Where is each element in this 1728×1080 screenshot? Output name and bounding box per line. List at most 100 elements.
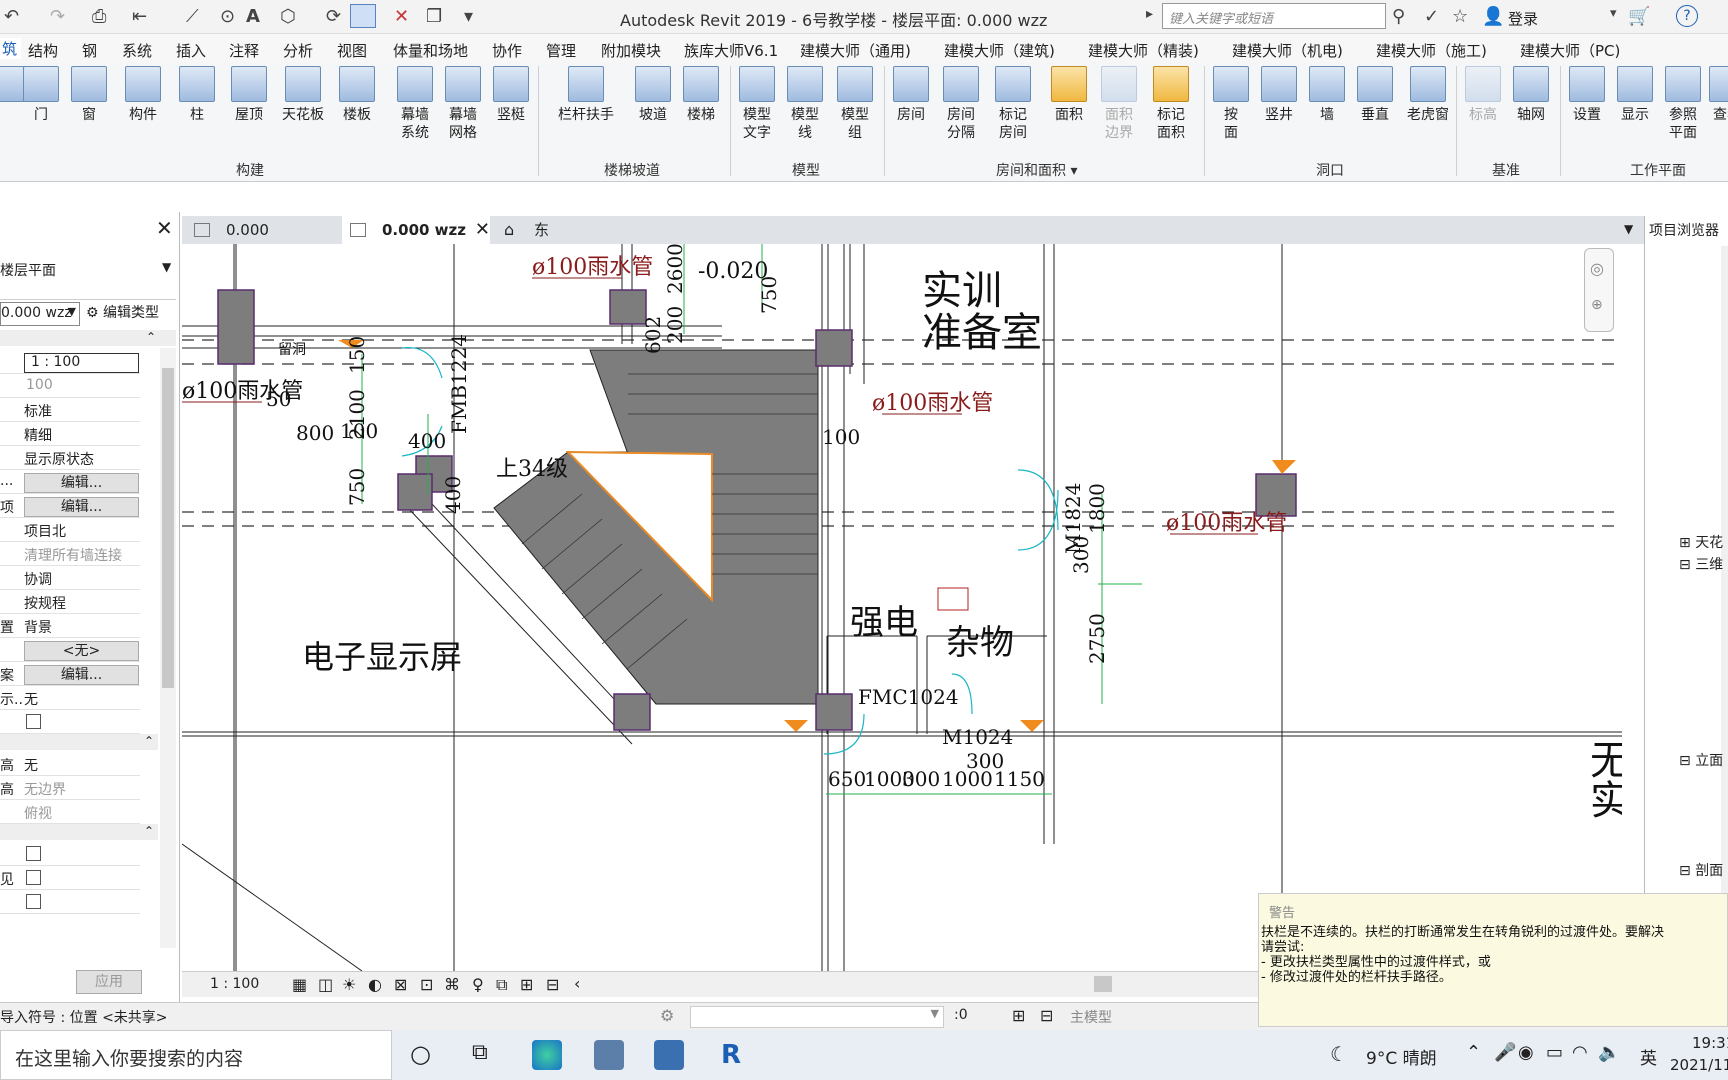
chevron-left-icon[interactable]: ‹ [574, 974, 580, 993]
chevron-up-icon[interactable]: ⌃ [1466, 1042, 1481, 1063]
checkbox[interactable] [26, 894, 41, 909]
prop-scale[interactable]: 1 : 100 [0, 350, 140, 374]
model-text-button[interactable]: 模型 文字 [730, 66, 784, 142]
task-view-icon[interactable]: ⧉ [472, 1040, 488, 1065]
dropdown-icon[interactable]: ▾ [1610, 6, 1617, 21]
tab-view-0000-wzz[interactable]: 0.000 wzz ✕ [342, 216, 490, 244]
prop-base-level[interactable]: 高无 [0, 752, 140, 776]
workset-icon[interactable]: ⚙ [660, 1006, 674, 1025]
sync-icon[interactable]: ⟳ [326, 6, 341, 27]
tag-room-button[interactable]: 标记 房间 [986, 66, 1040, 142]
tab-collaborate[interactable]: 协作 [492, 40, 522, 61]
tag-area-button[interactable]: 标记 面积 [1144, 66, 1198, 142]
area-boundary-button[interactable]: 面积 边界 [1092, 66, 1146, 142]
redo-icon[interactable]: ↷ [50, 6, 65, 27]
horizontal-scroll-thumb[interactable] [1094, 976, 1112, 992]
volume-icon[interactable]: 🔈 [1598, 1042, 1620, 1063]
clock-date[interactable]: 2021/11 [1670, 1056, 1728, 1074]
viewer-button[interactable]: 查看 [1700, 66, 1728, 124]
scrollbar[interactable] [160, 348, 176, 948]
stair-button[interactable]: 楼梯 [674, 66, 728, 124]
temp-view-props-icon[interactable]: ⧉ [496, 975, 507, 995]
weather-moon-icon[interactable]: ☾ [1330, 1042, 1348, 1066]
tab-massing[interactable]: 体量和场地 [393, 40, 468, 61]
tab-bim-mep[interactable]: 建模大师（机电) [1232, 40, 1343, 61]
workset-dropdown[interactable]: ▼ [690, 1006, 944, 1028]
visual-style-icon[interactable]: ◫ [318, 975, 333, 994]
tree-item-ceiling[interactable]: ⊞ 天花 [1679, 532, 1723, 552]
close-hidden-icon[interactable]: ✕ [394, 6, 409, 27]
tab-bim-interior[interactable]: 建模大师（精装) [1088, 40, 1199, 61]
wall-opening-button[interactable]: 墙 [1300, 66, 1354, 124]
tab-addins[interactable]: 附加模块 [601, 40, 661, 61]
ramp-button[interactable]: 坡道 [626, 66, 680, 124]
close-icon[interactable]: ✕ [156, 216, 173, 240]
by-face-button[interactable]: 按 面 [1204, 66, 1258, 142]
room-button[interactable]: 房间 [884, 66, 938, 124]
prop-wall-join[interactable]: 清理所有墙连接 [0, 542, 140, 566]
steering-wheel-icon[interactable]: ◎ [1590, 259, 1604, 278]
edge-icon[interactable] [532, 1040, 562, 1070]
curtain-system-button[interactable]: 幕墙 系统 [388, 66, 442, 142]
checkbox[interactable] [26, 714, 41, 729]
highlight-icon[interactable]: ⊞ [520, 975, 533, 994]
grid-button[interactable]: 轴网 [1504, 66, 1558, 124]
tab-structure[interactable]: 结构 [28, 40, 58, 61]
help-icon[interactable]: ? [1676, 5, 1698, 27]
switch-windows-icon[interactable]: ❐ [426, 6, 442, 27]
tab-view-east[interactable]: ⌂ 东 [494, 216, 594, 244]
cart-icon[interactable]: 🛒 [1628, 6, 1650, 27]
tab-steel[interactable]: 钢 [82, 40, 97, 61]
constraints-icon[interactable]: ⊟ [546, 975, 559, 994]
sun-path-icon[interactable]: ☀ [342, 975, 356, 994]
qq-icon[interactable]: ◉ [1518, 1042, 1534, 1063]
user-icon[interactable]: 👤 [1482, 6, 1504, 27]
customize-dropdown-icon[interactable]: ▾ [464, 6, 473, 27]
warning-popup[interactable]: 警告 扶栏是不连续的。扶栏的打断通常发生在转角锐利的过渡件处。要解决 请尝试: … [1258, 893, 1728, 1027]
print-icon[interactable]: ⎙ [92, 6, 106, 27]
edit-button[interactable]: 编辑... [24, 473, 139, 493]
dimension-icon[interactable]: ⟋ [186, 6, 199, 27]
prop-color-scheme-location[interactable]: 置背景 [0, 614, 140, 638]
search-input[interactable]: 键入关键字或短语 [1162, 3, 1386, 29]
model-line-button[interactable]: 模型 线 [778, 66, 832, 142]
curtain-grid-button[interactable]: 幕墙 网格 [436, 66, 490, 142]
dormer-button[interactable]: 老虎窗 [1398, 66, 1458, 124]
ime-indicator[interactable]: 英 [1640, 1044, 1657, 1069]
favorites-star-icon[interactable]: ☆ [1452, 6, 1468, 27]
microphone-icon[interactable]: 🎤 [1494, 1042, 1516, 1063]
scale-indicator[interactable]: 1 : 100 [210, 976, 259, 992]
prop-orientation[interactable]: 项目北 [0, 518, 140, 542]
clock-time[interactable]: 19:31 [1692, 1034, 1728, 1052]
section-header[interactable]: ⌃ [0, 824, 158, 840]
roof-button[interactable]: 屋顶 [222, 66, 276, 124]
column-button[interactable]: 柱 [170, 66, 224, 124]
shadows-icon[interactable]: ◐ [368, 975, 382, 994]
tab-insert[interactable]: 插入 [176, 40, 206, 61]
none-button[interactable]: <无> [24, 641, 139, 661]
chevron-right-icon[interactable]: ▸ [1146, 6, 1153, 22]
tab-family-library[interactable]: 族库大师V6.1 [684, 40, 778, 61]
crop-view-icon[interactable]: ⊠ [394, 975, 407, 994]
tabs-dropdown-icon[interactable]: ▼ [1624, 222, 1633, 236]
zoom-icon[interactable]: ⊕ [1591, 297, 1603, 313]
detail-level-icon[interactable]: ▦ [292, 975, 307, 994]
group-room-area[interactable]: 房间和面积 ▾ [996, 160, 1077, 180]
app-owl-icon[interactable] [594, 1040, 624, 1070]
component-button[interactable]: 构件 [116, 66, 170, 124]
area-button[interactable]: 面积 [1042, 66, 1096, 124]
login-link[interactable]: 登录 [1508, 8, 1538, 29]
window-button[interactable]: 窗 [62, 66, 116, 124]
undo-icon[interactable]: ↶ [4, 6, 19, 27]
tag-icon[interactable]: ⊙ [220, 6, 235, 27]
tab-bim-architecture[interactable]: 建模大师（建筑) [944, 40, 1055, 61]
edit-button[interactable]: 编辑... [24, 497, 139, 517]
revit-icon[interactable]: R [716, 1040, 746, 1070]
view-selector-dropdown[interactable]: 0.000 wzz ▼ [0, 302, 80, 326]
taskbar-search-input[interactable]: 在这里输入你要搜索的内容 [0, 1030, 392, 1080]
tree-item-3d[interactable]: ⊟ 三维 [1679, 554, 1723, 574]
tree-item-section[interactable]: ⊟ 剖面 [1679, 860, 1723, 880]
prop-orient[interactable]: 俯视 [0, 800, 140, 824]
prop-parts-visibility[interactable]: 显示原状态 [0, 446, 140, 470]
tab-analyze[interactable]: 分析 [283, 40, 313, 61]
